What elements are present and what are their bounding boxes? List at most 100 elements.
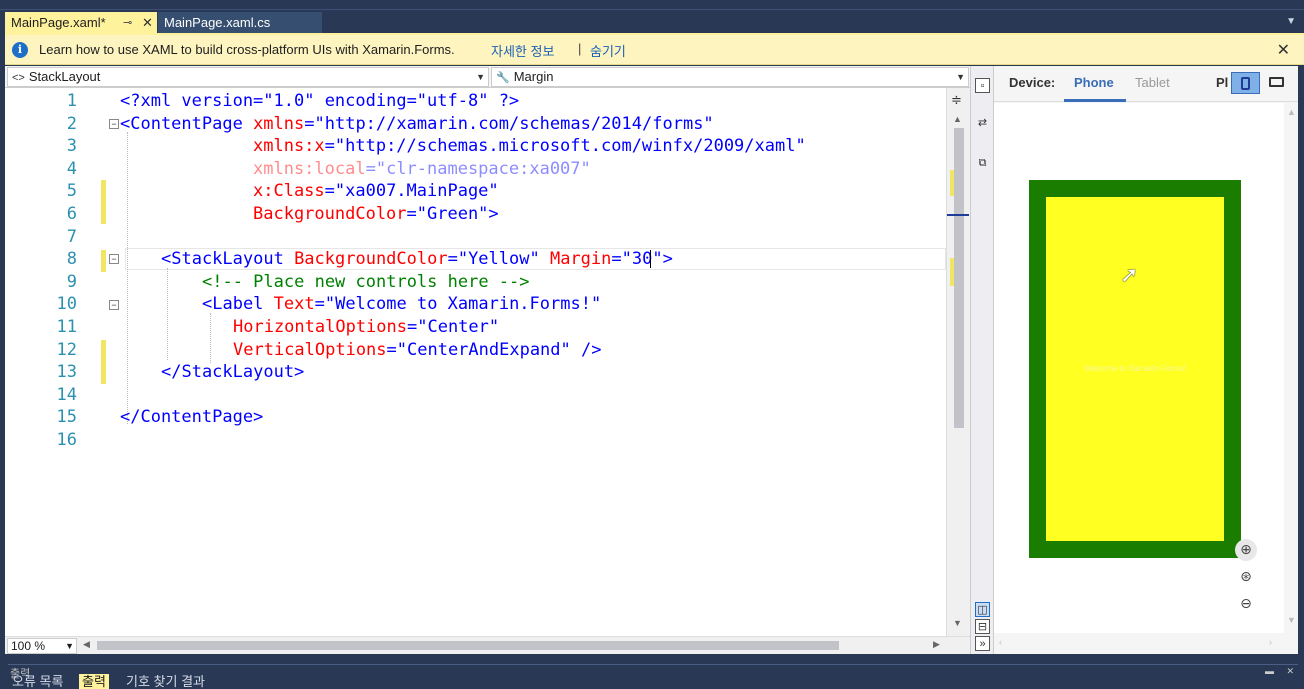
scroll-left-icon[interactable]: ◀ (83, 639, 90, 650)
landscape-orientation-icon[interactable] (1269, 77, 1284, 87)
zoom-value: 100 % (11, 639, 46, 653)
close-infobar-icon[interactable]: ✕ (1277, 40, 1290, 60)
xml-element-icon: <> (12, 72, 25, 84)
tab-mainpage-xaml[interactable]: MainPage.xaml* ⊸ ✕ (5, 12, 157, 34)
vertical-split-icon[interactable]: ◫ (975, 602, 990, 617)
token-value: "http://xamarin.com/schemas/2014/forms" (314, 113, 714, 134)
stacklayout-preview: Welcome to Xamarin.Forms! (1046, 197, 1224, 541)
tab-find-symbol-results[interactable]: 기호 찾기 결과 (126, 674, 205, 689)
code-line-6: BackgroundColor="Green"> (253, 203, 499, 226)
device-phone-tab[interactable]: Phone (1074, 75, 1114, 90)
property-dropdown[interactable]: 🔧 Margin ▼ (491, 67, 969, 87)
fold-toggle[interactable]: − (109, 254, 119, 264)
element-dropdown[interactable]: <> StackLayout ▼ (7, 67, 489, 87)
preview-label: Welcome to Xamarin.Forms! (1084, 364, 1186, 373)
code-editor[interactable]: − − − 1 2 3 4 5 6 7 8 9 10 11 12 13 14 1… (5, 88, 946, 636)
code-line-5: x:Class="xa007.MainPage" (253, 180, 499, 203)
info-bar: i Learn how to use XAML to build cross-p… (5, 35, 1304, 65)
hide-link[interactable]: 숨기기 (590, 41, 626, 60)
chevron-down-icon: ▼ (65, 641, 74, 651)
device-tablet-tab[interactable]: Tablet (1135, 75, 1170, 90)
phone-portrait-icon (1241, 77, 1250, 90)
token-value: ="30" (611, 249, 663, 270)
expand-pane-icon[interactable]: » (975, 636, 990, 651)
code-line-4: xmlns:local="clr-namespace:xa007" (253, 158, 591, 181)
token-attr: x:Class (253, 181, 325, 202)
indent-guide (167, 268, 168, 360)
split-window-icon[interactable]: ≑ (951, 92, 962, 108)
portrait-orientation-button[interactable] (1231, 72, 1260, 94)
line-number: 16 (56, 430, 77, 450)
token-value: ="Green" (406, 204, 489, 224)
code-line-11: HorizontalOptions="Center" (233, 316, 499, 339)
close-tab-icon[interactable]: ✕ (142, 12, 153, 34)
line-number: 1 (66, 91, 77, 111)
code-line-10: <Label Text="Welcome to Xamarin.Forms!" (202, 293, 601, 316)
token-attr: xmlns:local (253, 158, 366, 179)
tab-error-list[interactable]: 오류 목록 (12, 674, 63, 689)
scroll-up-icon[interactable]: ▲ (1287, 107, 1296, 117)
horizontal-scroll-thumb[interactable] (97, 641, 839, 650)
editor-vertical-scrollbar[interactable]: ≑ ▲ ▼ (946, 88, 970, 636)
line-number: 10 (56, 294, 77, 315)
scroll-right-icon[interactable]: › (1269, 637, 1272, 647)
designer-toggle-icon[interactable]: ▫ (975, 78, 990, 93)
navigation-bar: <> StackLayout ▼ 🔧 Margin ▼ (5, 66, 970, 88)
tab-label: MainPage.xaml* (11, 15, 106, 30)
scroll-down-icon[interactable]: ▼ (1287, 615, 1296, 625)
zoom-fit-icon[interactable]: ⊛ (1235, 566, 1257, 588)
line-number: 15 (56, 407, 77, 428)
line-number: 5 (66, 181, 77, 202)
close-icon[interactable]: ✕ (1286, 666, 1294, 677)
token-close: > (662, 249, 673, 270)
tab-output[interactable]: 출력 (79, 674, 109, 689)
token-attr: BackgroundColor (253, 204, 407, 224)
line-number: 14 (56, 384, 77, 405)
token-close: > (488, 204, 499, 224)
zoom-in-icon[interactable]: ⊕ (1235, 539, 1257, 561)
xaml-previewer: Device: Phone Tablet Pl Welcome to Xamar… (994, 66, 1298, 654)
scroll-right-icon[interactable]: ▶ (933, 639, 940, 650)
line-number: 9 (66, 271, 77, 292)
learn-more-link[interactable]: 자세한 정보 (491, 41, 554, 60)
scroll-up-icon[interactable]: ▲ (953, 114, 962, 124)
change-marker (101, 180, 106, 224)
token-value: ="clr-namespace:xa007" (365, 158, 591, 179)
line-number: 3 (66, 136, 77, 157)
tab-mainpage-xaml-cs[interactable]: MainPage.xaml.cs (158, 12, 322, 34)
preview-canvas: Welcome to Xamarin.Forms! ⊕ ⊛ ⊖ (994, 103, 1284, 633)
scroll-left-icon[interactable]: ‹ (999, 637, 1002, 647)
info-icon: i (12, 42, 28, 58)
previewer-toolbar: Device: Phone Tablet Pl (994, 66, 1298, 102)
scroll-down-icon[interactable]: ▼ (953, 618, 962, 628)
token-value: ="CenterAndExpand" (386, 339, 571, 360)
content-page-preview: Welcome to Xamarin.Forms! (1029, 180, 1241, 558)
line-number: 13 (56, 362, 77, 383)
zoom-dropdown[interactable]: 100 % ▼ (7, 638, 77, 654)
split-toolbar: ▫ ⇄ ⧉ ◫ ⊟ » (970, 66, 994, 654)
collapse-pane-icon[interactable]: ⧉ (975, 156, 990, 171)
horizontal-split-icon[interactable]: ⊟ (975, 619, 990, 634)
token-value: ="Center" (407, 317, 500, 337)
token-value: ="http://schemas.microsoft.com/winfx/200… (324, 136, 806, 157)
scroll-thumb[interactable] (954, 128, 964, 428)
swap-panes-icon[interactable]: ⇄ (975, 116, 990, 131)
chevron-down-icon: ▼ (956, 72, 965, 82)
panel-divider (8, 664, 1298, 666)
chevron-down-icon[interactable]: ▼ (1286, 16, 1296, 27)
pin-icon[interactable]: ▬ (1265, 666, 1274, 676)
zoom-out-icon[interactable]: ⊖ (1235, 593, 1257, 615)
output-panel: 출력 ▬ ✕ 오류 목록 출력 기호 찾기 결과 (0, 654, 1304, 689)
preview-vertical-scrollbar[interactable]: ▲ ▼ (1284, 103, 1298, 633)
token-attr: xmlns (242, 113, 305, 134)
line-number: 8 (66, 249, 77, 270)
indent-guide (210, 313, 211, 363)
pin-icon[interactable]: ⊸ (123, 12, 132, 34)
token-tag: <StackLayout (161, 249, 284, 270)
editor-bottom-bar: 100 % ▼ ◀ ▶ (5, 636, 970, 654)
document-tab-bar: MainPage.xaml* ⊸ ✕ MainPage.xaml.cs ▼ (0, 10, 1304, 35)
preview-horizontal-scrollbar[interactable]: ‹ › (994, 633, 1284, 654)
fold-toggle[interactable]: − (109, 300, 119, 310)
token-attr: VerticalOptions (233, 339, 387, 360)
fold-toggle[interactable]: − (109, 119, 119, 129)
